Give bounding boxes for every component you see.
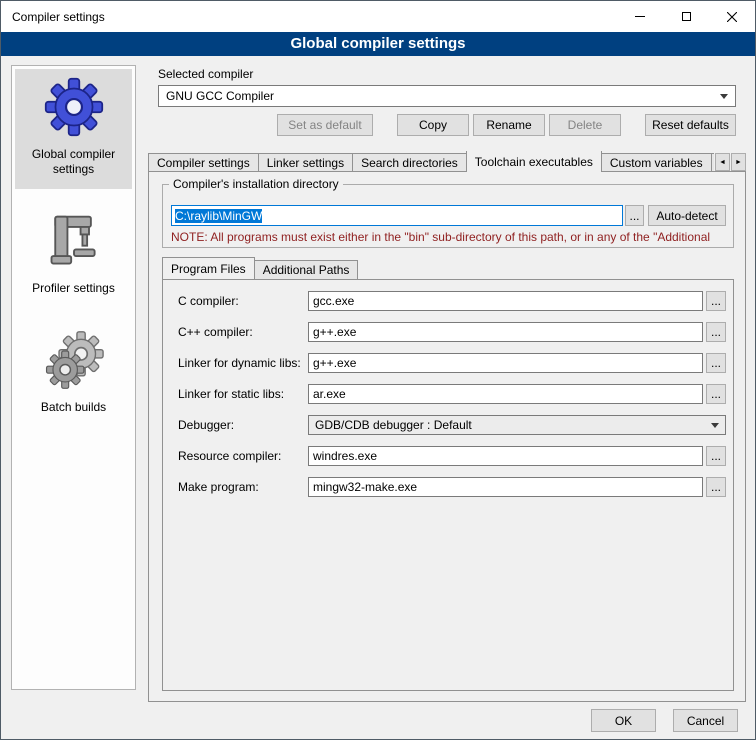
browse-button[interactable]: ... (706, 322, 726, 342)
program-files-panel: C compiler: ... C++ compiler: ... Linker… (162, 279, 734, 691)
field-row-linker-dynamic: Linker for dynamic libs: ... (163, 353, 733, 374)
minimize-icon (635, 16, 645, 17)
toolchain-subtabs: Program Files Additional Paths (162, 258, 358, 279)
install-dir-group: Compiler's installation directory C:\ray… (162, 184, 734, 248)
browse-button[interactable]: ... (706, 477, 726, 497)
field-row-resource-compiler: Resource compiler: ... (163, 446, 733, 467)
main-tabs: Compiler settings Linker settings Search… (148, 151, 714, 172)
browse-button[interactable]: ... (706, 446, 726, 466)
tab-toolchain-executables[interactable]: Toolchain executables (466, 151, 602, 172)
tab-scroll-right-button[interactable]: ► (731, 153, 746, 171)
close-button[interactable] (709, 1, 755, 32)
field-row-cpp-compiler: C++ compiler: ... (163, 322, 733, 343)
tab-search-directories[interactable]: Search directories (352, 153, 467, 172)
subtab-program-files[interactable]: Program Files (162, 257, 255, 279)
debugger-select[interactable]: GDB/CDB debugger : Default (308, 415, 726, 435)
chevron-down-icon (711, 423, 719, 428)
titlebar: Compiler settings (1, 1, 755, 32)
install-dir-input[interactable]: C:\raylib\MinGW (171, 205, 623, 226)
subtab-additional-paths[interactable]: Additional Paths (254, 260, 359, 279)
toolchain-executables-panel: Compiler's installation directory C:\ray… (148, 171, 746, 702)
field-row-c-compiler: C compiler: ... (163, 291, 733, 312)
install-dir-browse-button[interactable]: ... (625, 205, 644, 226)
reset-defaults-button[interactable]: Reset defaults (645, 114, 736, 136)
field-label: Debugger: (178, 418, 234, 432)
sidebar-item-label: Global compiler settings (17, 147, 130, 177)
field-row-make-program: Make program: ... (163, 477, 733, 498)
window-controls (617, 1, 755, 32)
c-compiler-input[interactable] (308, 291, 703, 311)
tab-compiler-settings[interactable]: Compiler settings (148, 153, 259, 172)
compiler-select[interactable]: GNU GCC Compiler (158, 85, 736, 107)
browse-button[interactable]: ... (706, 291, 726, 311)
note-text: NOTE: All programs must exist either in … (171, 230, 729, 244)
tab-build-truncated[interactable]: Buil (711, 153, 714, 172)
sidebar-item-label: Profiler settings (32, 281, 115, 296)
sidebar-item-global-compiler-settings[interactable]: Global compiler settings (15, 69, 132, 189)
maximize-button[interactable] (663, 1, 709, 32)
tab-scroll-left-button[interactable]: ◄ (715, 153, 730, 171)
field-label: C++ compiler: (178, 325, 253, 339)
gray-gears-icon (44, 330, 104, 390)
sidebar-item-profiler-settings[interactable]: Profiler settings (15, 203, 132, 308)
page-title: Global compiler settings (1, 32, 755, 56)
compiler-settings-window: Compiler settings Global compiler settin… (0, 0, 756, 740)
cancel-button[interactable]: Cancel (673, 709, 738, 732)
field-label: Make program: (178, 480, 259, 494)
field-row-linker-static: Linker for static libs: ... (163, 384, 733, 405)
set-as-default-button[interactable]: Set as default (277, 114, 373, 136)
browse-button[interactable]: ... (706, 384, 726, 404)
sidebar-item-batch-builds[interactable]: Batch builds (15, 322, 132, 427)
debugger-select-value: GDB/CDB debugger : Default (315, 418, 472, 432)
maximize-icon (682, 12, 691, 21)
field-label: C compiler: (178, 294, 239, 308)
browse-button[interactable]: ... (706, 353, 726, 373)
autodetect-button[interactable]: Auto-detect (648, 205, 726, 226)
field-row-debugger: Debugger: GDB/CDB debugger : Default (163, 415, 733, 436)
delete-button[interactable]: Delete (549, 114, 621, 136)
make-program-input[interactable] (308, 477, 703, 497)
field-label: Resource compiler: (178, 449, 281, 463)
field-label: Linker for static libs: (178, 387, 284, 401)
tab-scroll-arrows: ◄ ► (715, 153, 746, 171)
settings-sidebar: Global compiler settings Profiler settin… (11, 65, 136, 690)
linker-dynamic-input[interactable] (308, 353, 703, 373)
cpp-compiler-input[interactable] (308, 322, 703, 342)
close-icon (727, 12, 737, 22)
minimize-button[interactable] (617, 1, 663, 32)
linker-static-input[interactable] (308, 384, 703, 404)
chevron-down-icon (720, 94, 728, 99)
rename-button[interactable]: Rename (473, 114, 545, 136)
copy-button[interactable]: Copy (397, 114, 469, 136)
install-dir-selected-text: C:\raylib\MinGW (175, 209, 262, 223)
resource-compiler-input[interactable] (308, 446, 703, 466)
install-dir-group-title: Compiler's installation directory (169, 177, 343, 191)
sidebar-item-label: Batch builds (41, 400, 106, 415)
compiler-select-value: GNU GCC Compiler (166, 89, 274, 103)
field-label: Linker for dynamic libs: (178, 356, 301, 370)
ok-button[interactable]: OK (591, 709, 656, 732)
window-title: Compiler settings (12, 10, 105, 24)
blue-gear-icon (44, 77, 104, 137)
tab-custom-variables[interactable]: Custom variables (601, 153, 712, 172)
tab-linker-settings[interactable]: Linker settings (258, 153, 353, 172)
selected-compiler-label: Selected compiler (158, 67, 253, 81)
profiler-clamp-icon (44, 211, 104, 271)
